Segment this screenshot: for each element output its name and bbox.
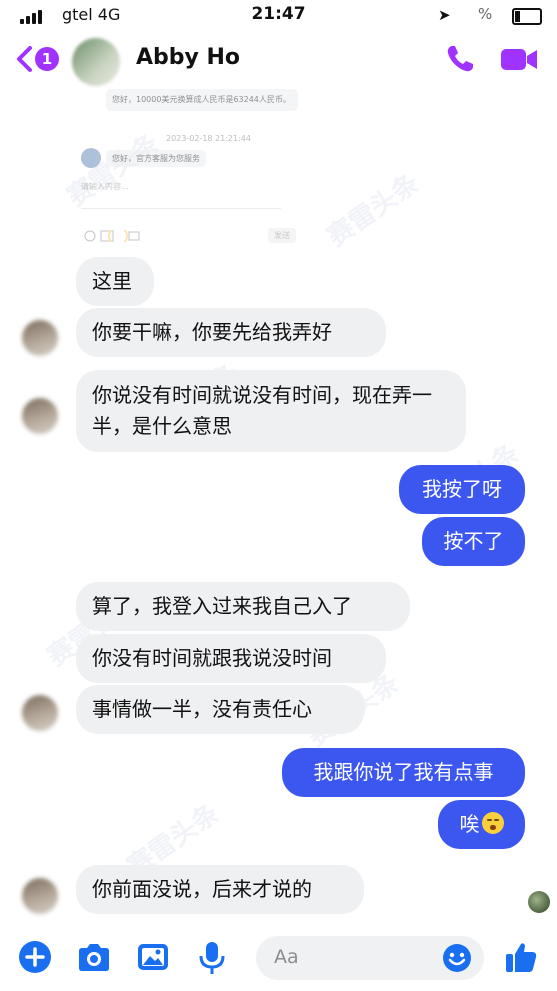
more-actions-button[interactable] <box>18 940 56 978</box>
contact-name[interactable]: Abby Ho <box>136 45 240 70</box>
quoted-send-button: 发送 <box>268 228 296 243</box>
gallery-button[interactable] <box>136 940 174 978</box>
message-bubble-outgoing[interactable]: 我按了呀 <box>399 465 525 514</box>
microphone-icon <box>199 942 225 974</box>
camera-button[interactable] <box>76 940 114 978</box>
battery-percent: % <box>478 5 493 23</box>
message-input-placeholder: Aa <box>274 946 299 968</box>
message-bubble-outgoing[interactable]: 唉 <box>438 800 525 849</box>
image-icon <box>138 944 168 970</box>
message-bubble-incoming[interactable]: 你要干嘛，你要先给我弄好 <box>76 308 386 357</box>
quoted-screenshot: 您好，10000美元换算成人民币是63244人民币。 2023-02-18 21… <box>78 86 318 256</box>
message-bubble-incoming[interactable]: 你说没有时间就说没有时间，现在弄一半，是什么意思 <box>76 370 466 452</box>
avatar[interactable] <box>22 320 58 356</box>
video-call-button[interactable] <box>500 44 538 74</box>
unread-badge: 1 <box>35 47 59 71</box>
quoted-input-placeholder: 请输入内容... <box>81 182 129 191</box>
divider <box>81 208 281 209</box>
quoted-bubble: 您好，官方客服为您服务 <box>106 150 206 167</box>
message-bubble-outgoing[interactable]: 按不了 <box>422 517 525 566</box>
avatar[interactable] <box>72 38 120 86</box>
message-composer: Aa <box>0 930 557 991</box>
conversation-header: 1 Abby Ho <box>0 30 557 86</box>
quoted-bubble: 您好，10000美元换算成人民币是63244人民币。 <box>106 89 298 111</box>
message-bubble-incoming[interactable]: 算了，我登入过来我自己入了 <box>76 582 410 631</box>
thumbs-up-icon <box>506 943 537 972</box>
message-input[interactable]: Aa <box>256 936 484 980</box>
message-bubble-incoming[interactable]: 你没有时间就跟我说没时间 <box>76 634 386 683</box>
message-bubble-incoming[interactable]: 这里 <box>76 257 154 306</box>
anxious-face-emoji-icon <box>481 812 504 834</box>
watermark: 赛雷头条 <box>322 168 425 253</box>
quoted-toolbar-icons <box>84 230 140 242</box>
phone-icon <box>447 46 473 72</box>
quoted-timestamp: 2023-02-18 21:21:44 <box>166 134 251 143</box>
camera-icon <box>79 944 109 971</box>
chevron-left-icon <box>17 46 32 72</box>
like-button[interactable] <box>504 940 542 978</box>
plus-icon <box>19 941 51 973</box>
read-receipt-avatar <box>528 891 550 913</box>
clock: 21:47 <box>251 4 306 24</box>
avatar[interactable] <box>22 695 58 731</box>
battery-icon <box>512 8 542 25</box>
emoji-icon <box>443 944 471 972</box>
avatar[interactable] <box>22 398 58 434</box>
quoted-avatar <box>81 148 101 168</box>
location-arrow-icon: ➤ <box>438 6 451 24</box>
emoji-button[interactable] <box>442 943 472 973</box>
voice-message-button[interactable] <box>196 940 234 978</box>
message-bubble-outgoing[interactable]: 我跟你说了我有点事 <box>282 748 525 797</box>
voice-call-button[interactable] <box>444 43 476 75</box>
message-text: 唉 <box>459 812 480 836</box>
back-button[interactable]: 1 <box>15 45 63 73</box>
avatar[interactable] <box>22 878 58 914</box>
video-camera-icon <box>501 49 537 70</box>
message-bubble-incoming[interactable]: 事情做一半，没有责任心 <box>76 685 364 734</box>
status-bar: gtel 4G 21:47 ➤ % <box>0 0 557 30</box>
message-bubble-incoming[interactable]: 你前面没说，后来才说的 <box>76 865 364 914</box>
